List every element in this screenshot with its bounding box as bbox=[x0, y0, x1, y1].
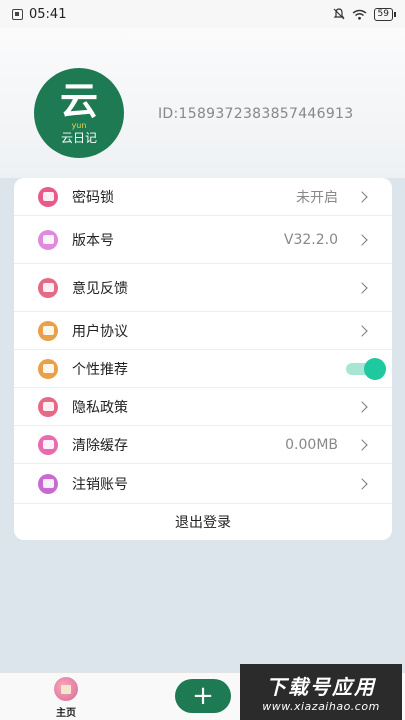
mute-icon bbox=[333, 8, 344, 20]
settings-item-user-agreement[interactable]: 用户协议 bbox=[14, 312, 392, 350]
wifi-icon bbox=[352, 9, 366, 20]
feedback-icon bbox=[38, 277, 58, 298]
nav-home[interactable]: 主页 bbox=[46, 677, 86, 719]
settings-item-cache[interactable]: 清除缓存 0.00MB bbox=[14, 426, 392, 464]
settings-item-label: 隐私政策 bbox=[72, 399, 128, 416]
settings-item-label: 版本号 bbox=[72, 232, 114, 249]
settings-item-label: 用户协议 bbox=[72, 323, 128, 340]
settings-item-cancel-account[interactable]: 注销账号 bbox=[14, 464, 392, 504]
avatar-app-name: 云日记 bbox=[60, 131, 97, 145]
avatar[interactable]: 云 yun 云日记 bbox=[34, 68, 124, 158]
privacy-icon bbox=[38, 396, 58, 417]
personalized-toggle[interactable] bbox=[346, 357, 386, 380]
logout-button[interactable]: 退出登录 bbox=[14, 504, 392, 540]
avatar-logo-sub: yun bbox=[71, 121, 87, 130]
watermark-url: www.xiazaihao.com bbox=[262, 700, 380, 713]
add-button[interactable]: + bbox=[175, 679, 231, 713]
chevron-right-icon bbox=[356, 324, 368, 337]
avatar-logo-glyph: 云 bbox=[59, 79, 98, 123]
watermark: 下载号应用 www.xiazaihao.com bbox=[240, 664, 402, 720]
chevron-right-icon bbox=[356, 400, 368, 413]
chevron-right-icon bbox=[356, 233, 368, 246]
settings-item-value: V32.2.0 bbox=[283, 231, 338, 248]
lock-icon bbox=[38, 186, 58, 207]
settings-item-label: 密码锁 bbox=[72, 189, 114, 206]
settings-item-label: 清除缓存 bbox=[72, 437, 128, 454]
recommend-icon bbox=[38, 358, 58, 379]
settings-item-password-lock[interactable]: 密码锁 未开启 bbox=[14, 178, 392, 216]
notification-icon bbox=[12, 8, 23, 20]
cache-icon bbox=[38, 434, 58, 455]
chevron-right-icon bbox=[356, 438, 368, 451]
status-time: 05:41 bbox=[29, 6, 67, 22]
settings-item-privacy[interactable]: 隐私政策 bbox=[14, 388, 392, 426]
settings-item-label: 个性推荐 bbox=[72, 361, 128, 378]
agreement-icon bbox=[38, 320, 58, 341]
info-icon bbox=[38, 229, 58, 250]
profile-header: 云 yun 云日记 ID:1589372383857446913 bbox=[0, 28, 405, 178]
settings-item-label: 注销账号 bbox=[72, 476, 128, 493]
watermark-title: 下载号应用 bbox=[266, 675, 376, 699]
settings-item-version[interactable]: 版本号 V32.2.0 bbox=[14, 216, 392, 264]
toggle-knob bbox=[364, 357, 386, 380]
cancel-account-icon bbox=[38, 473, 58, 494]
chevron-right-icon bbox=[356, 281, 368, 294]
chevron-right-icon bbox=[356, 477, 368, 490]
settings-item-feedback[interactable]: 意见反馈 bbox=[14, 264, 392, 312]
status-bar: 05:41 59 bbox=[0, 0, 405, 28]
home-icon bbox=[54, 677, 78, 701]
nav-home-label: 主页 bbox=[56, 708, 76, 719]
settings-item-label: 意见反馈 bbox=[72, 280, 128, 297]
user-id: ID:1589372383857446913 bbox=[158, 106, 354, 122]
battery-indicator: 59 bbox=[373, 7, 397, 21]
settings-card: 密码锁 未开启 版本号 V32.2.0 意见反馈 用户协议 个性推荐 隐私政策 … bbox=[14, 178, 392, 540]
settings-item-personalized: 个性推荐 bbox=[14, 350, 392, 388]
chevron-right-icon bbox=[356, 190, 368, 203]
settings-item-value: 0.00MB bbox=[285, 436, 338, 453]
settings-item-value: 未开启 bbox=[296, 189, 338, 206]
